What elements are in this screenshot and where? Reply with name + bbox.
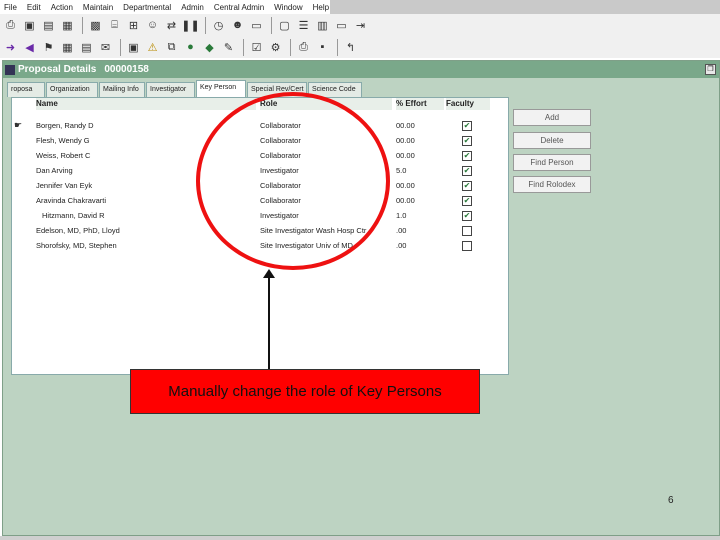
slide-page-number: 6 [668, 495, 674, 506]
menu-window[interactable]: Window [274, 3, 302, 12]
highlight-oval [196, 92, 390, 270]
window-icon [5, 64, 15, 75]
menu-maintain[interactable]: Maintain [83, 3, 113, 12]
toolbar-separator [290, 38, 291, 56]
document-icon[interactable]: ▢ [276, 17, 293, 34]
save-icon[interactable]: ▣ [21, 17, 38, 34]
add-button[interactable]: Add [513, 109, 591, 126]
back-icon[interactable]: ◀ [21, 39, 38, 56]
tab-key-person[interactable]: Key Person [196, 80, 246, 97]
tag-icon[interactable]: ◆ [201, 39, 218, 56]
toolbar-separator [271, 16, 272, 34]
menu-admin[interactable]: Admin [181, 3, 204, 12]
toolbar-separator [243, 38, 244, 56]
proposal-icon[interactable]: ▤ [40, 17, 57, 34]
faculty-checkbox[interactable]: ✔ [462, 196, 472, 206]
taskbar-strip [0, 536, 720, 540]
menu-edit[interactable]: Edit [27, 3, 41, 12]
cell-effort[interactable]: 00.00 [396, 195, 444, 207]
checklist-icon[interactable]: ☑ [248, 39, 265, 56]
faculty-checkbox[interactable]: ✔ [462, 166, 472, 176]
delete-button[interactable]: Delete [513, 132, 591, 149]
menu-action[interactable]: Action [51, 3, 73, 12]
flag-icon[interactable]: ⚑ [40, 39, 57, 56]
disk-icon[interactable]: ▪ [314, 39, 331, 56]
warning-icon[interactable]: ⚠ [144, 39, 161, 56]
tab-proposal[interactable]: roposa [7, 82, 45, 97]
cell-effort[interactable]: 00.00 [396, 180, 444, 192]
hierarchy-icon[interactable]: ⊞ [125, 17, 142, 34]
find-rolodex-button[interactable]: Find Rolodex [513, 176, 591, 193]
menu-file[interactable]: File [4, 3, 17, 12]
menu-departmental[interactable]: Departmental [123, 3, 171, 12]
faculty-checkbox[interactable]: ✔ [462, 136, 472, 146]
mail-icon[interactable]: ✉ [97, 39, 114, 56]
budget-icon[interactable]: ▦ [59, 17, 76, 34]
proposal-number: 00000158 [104, 64, 149, 75]
columns-icon[interactable]: ▥ [314, 17, 331, 34]
restore-icon[interactable]: ❐ [705, 64, 716, 75]
grid-icon[interactable]: ▩ [87, 17, 104, 34]
column-header-faculty[interactable]: Faculty [446, 98, 490, 110]
menu-help[interactable]: Help [313, 3, 329, 12]
callout-box: Manually change the role of Key Persons [130, 369, 480, 414]
pause-icon[interactable]: ❚❚ [181, 17, 199, 34]
toolbar-secondary: ➜ ◀ ⚑ ▦ ▤ ✉ ▣ ⚠ ⧉ ● ◆ ✎ ☑ ⚙ ⎙ ▪ ↰ [0, 36, 720, 58]
cell-effort[interactable]: 00.00 [396, 135, 444, 147]
exit-icon[interactable]: ⇥ [352, 17, 369, 34]
menu-central-admin[interactable]: Central Admin [214, 3, 264, 12]
column-header-effort[interactable]: % Effort [396, 98, 444, 110]
user-icon[interactable]: ☻ [229, 17, 246, 34]
window-titlebar: Proposal Details 00000158 ❐ [3, 61, 719, 78]
table-icon[interactable]: ▦ [59, 39, 76, 56]
menu-bar: File Edit Action Maintain Departmental A… [0, 0, 330, 14]
faculty-checkbox[interactable]: ✔ [462, 181, 472, 191]
find-person-button[interactable]: Find Person [513, 154, 591, 171]
tab-mailing-info[interactable]: Mailing Info [99, 82, 145, 97]
routing-icon[interactable]: ⚙ [267, 39, 284, 56]
pointer-arrow [268, 275, 270, 369]
copy-icon[interactable]: ⧉ [163, 39, 180, 56]
toolbar-separator [205, 16, 206, 34]
close-icon[interactable]: ↰ [342, 39, 359, 56]
toolbar-separator [82, 16, 83, 34]
calendar-icon[interactable]: ▤ [78, 39, 95, 56]
faculty-checkbox[interactable]: ✔ [462, 211, 472, 221]
tab-organization[interactable]: Organization [46, 82, 98, 97]
forward-icon[interactable]: ➜ [2, 39, 19, 56]
column-header-name[interactable]: Name [36, 98, 256, 110]
printer-icon[interactable]: ⎙ [295, 39, 312, 56]
menu-bar-filler [330, 0, 720, 14]
faculty-checkbox[interactable] [462, 241, 472, 251]
cell-effort[interactable]: 1.0 [396, 210, 444, 222]
list-icon[interactable]: ☰ [295, 17, 312, 34]
people-icon[interactable]: ☺ [144, 17, 161, 34]
faculty-checkbox[interactable] [462, 226, 472, 236]
window-icon[interactable]: ▭ [333, 17, 350, 34]
cell-effort[interactable]: .00 [396, 225, 444, 237]
faculty-checkbox[interactable]: ✔ [462, 121, 472, 131]
cell-effort[interactable]: .00 [396, 240, 444, 252]
cell-effort[interactable]: 00.00 [396, 120, 444, 132]
notes-icon[interactable]: ▣ [125, 39, 142, 56]
cell-effort[interactable]: 00.00 [396, 150, 444, 162]
transfer-icon[interactable]: ⇄ [163, 17, 180, 34]
tree-icon[interactable]: ⌸ [106, 17, 123, 34]
cell-effort[interactable]: 5.0 [396, 165, 444, 177]
print-icon[interactable]: ⎙ [2, 17, 19, 34]
faculty-checkbox[interactable]: ✔ [462, 151, 472, 161]
edit-icon[interactable]: ✎ [220, 39, 237, 56]
toolbar-separator [337, 38, 338, 56]
drive-icon[interactable]: ▭ [248, 17, 265, 34]
toolbar-separator [120, 38, 121, 56]
tab-investigator[interactable]: Investigator [146, 82, 195, 97]
window-title: Proposal Details [18, 64, 97, 75]
toolbar-primary: ⎙ ▣ ▤ ▦ ▩ ⌸ ⊞ ☺ ⇄ ❚❚ ◷ ☻ ▭ ▢ ☰ ▥ ▭ ⇥ [0, 14, 720, 36]
clock-icon[interactable]: ◷ [210, 17, 227, 34]
coins-icon[interactable]: ● [182, 39, 199, 56]
